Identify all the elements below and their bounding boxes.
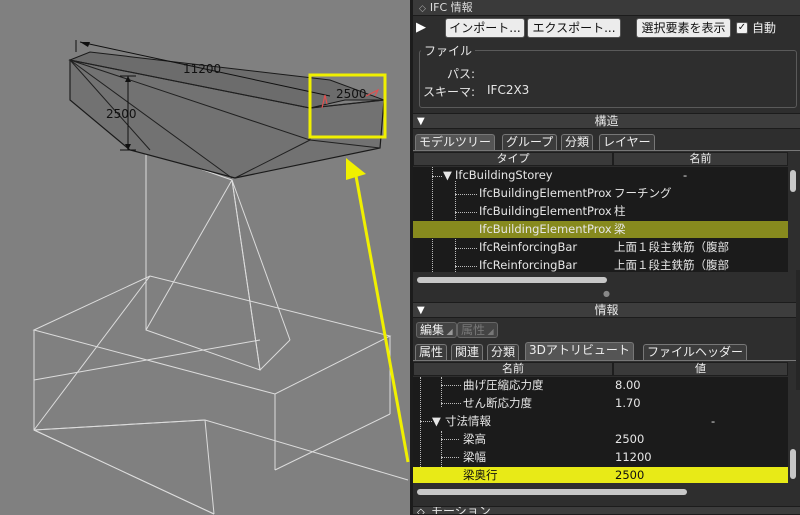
attribute-name: 梁幅 [463, 450, 486, 464]
tree-row-type: IfcReinforcingBar [479, 258, 578, 272]
tab-group[interactable]: グループ [502, 134, 558, 150]
attribute-value: 1.70 [615, 396, 641, 410]
tree-row-name: 梁 [614, 222, 626, 236]
info-title: 情報 [594, 303, 619, 317]
tab-relations[interactable]: 関連 [451, 344, 484, 360]
panel-scrollbar[interactable] [796, 270, 800, 390]
tree-row-type: IfcReinforcingBar [479, 240, 578, 254]
column-header-value[interactable]: 値 [613, 362, 788, 376]
file-legend: ファイル [421, 42, 476, 59]
panel-titlebar[interactable]: ◇ IFC 情報 [413, 0, 800, 16]
schema-value: IFC2X3 [487, 83, 530, 97]
tab-attributes[interactable]: 属性 [415, 344, 448, 360]
edit-dropdown[interactable]: 編集 ◢ [416, 322, 457, 338]
show-selection-button[interactable]: 選択要素を表示 [636, 18, 731, 38]
tree-row-name: 上面１段主鉄筋（腹部 [614, 258, 729, 272]
scrollbar-thumb[interactable] [417, 489, 687, 495]
play-icon[interactable]: ▶ [416, 20, 426, 35]
tree-row[interactable]: IfcReinforcingBar 上面１段主鉄筋（腹部 [413, 257, 788, 272]
scrollbar-thumb[interactable] [790, 170, 796, 192]
tree-row[interactable]: IfcBuildingElementProx 柱 [413, 203, 788, 220]
collapse-diamond-icon[interactable]: ◇ [419, 4, 426, 14]
panel-title: IFC 情報 [429, 1, 473, 14]
attribute-row-selected[interactable]: 梁奥行 2500 [413, 467, 788, 483]
tab-file-header[interactable]: ファイルヘッダー [643, 344, 748, 360]
tab-layer[interactable]: レイヤー [599, 134, 655, 150]
import-button[interactable]: インポート... [445, 18, 525, 38]
dropdown-arrow-icon: ◢ [485, 327, 494, 336]
tree-vertical-scrollbar[interactable] [789, 167, 797, 272]
ifc-info-panel: ◇ IFC 情報 ▶ インポート... エクスポート... 選択要素を表示 ✓ 自… [413, 0, 800, 515]
tab-divider [413, 150, 800, 151]
model-wireframe [32, 40, 410, 515]
info-section-header[interactable]: ▼ 情報 [413, 302, 800, 318]
tab-model-tree[interactable]: モデルツリー [415, 134, 496, 150]
tree-row-name: フーチング [614, 186, 672, 200]
attribute-vertical-scrollbar[interactable] [789, 377, 797, 483]
attribute-list: 曲げ圧縮応力度 8.00 せん断応力度 1.70 ▼ 寸法情報 - 梁高 250… [413, 377, 788, 483]
auto-checkbox[interactable]: ✓ [736, 22, 748, 34]
attribute-value: 2500 [615, 468, 645, 482]
attribute-name: 梁奥行 [463, 468, 498, 482]
tree-row[interactable]: IfcReinforcingBar 上面１段主鉄筋（腹部 [413, 239, 788, 256]
path-label: パス: [447, 67, 476, 81]
tab-3d-attributes[interactable]: 3Dアトリビュート [525, 342, 634, 360]
attribute-name: 曲げ圧縮応力度 [463, 378, 544, 392]
dim-width-label: 11200 [183, 62, 222, 76]
attribute-value: - [711, 414, 716, 428]
schema-label: スキーマ: [423, 85, 476, 99]
tree-row-type: IfcBuildingElementProx [479, 186, 612, 200]
dim-depth-label: 2500 [336, 87, 367, 101]
attribute-row[interactable]: 曲げ圧縮応力度 8.00 [413, 377, 788, 394]
attribute-row[interactable]: せん断応力度 1.70 [413, 395, 788, 412]
auto-label: 自動 [752, 21, 777, 35]
expand-arrow-icon[interactable]: ▼ [432, 413, 441, 430]
tree-horizontal-scrollbar[interactable] [415, 276, 787, 284]
attribute-name: せん断応力度 [463, 396, 532, 410]
tree-row-name: 柱 [614, 204, 626, 218]
splitter-grip-icon[interactable]: ● [603, 289, 610, 298]
expand-arrow-icon[interactable]: ▼ [443, 167, 452, 184]
tree-row-type: IfcBuildingElementProx [479, 222, 612, 236]
tree-row[interactable]: IfcBuildingElementProx フーチング [413, 185, 788, 202]
collapse-diamond-icon[interactable]: ◇ [417, 507, 425, 514]
attribute-group-row[interactable]: ▼ 寸法情報 - [413, 413, 788, 430]
attribute-value: 2500 [615, 432, 645, 446]
tab-classification[interactable]: 分類 [487, 344, 520, 360]
attribute-name: 梁高 [463, 432, 486, 446]
tree-row-type: IfcBuildingStorey [455, 168, 553, 182]
attribute-label: 属性 [461, 323, 486, 337]
dropdown-arrow-icon: ◢ [444, 327, 453, 336]
attribute-dropdown: 属性 ◢ [457, 322, 498, 338]
tree-row-type: IfcBuildingElementProx [479, 204, 612, 218]
motion-section-header[interactable]: ◇ モーション [413, 506, 800, 515]
dim-height-label: 2500 [106, 107, 137, 121]
tree-row-name: 上面１段主鉄筋（腹部 [614, 240, 729, 254]
column-header-name[interactable]: 名前 [413, 362, 613, 376]
tree-row-selected[interactable]: IfcBuildingElementProx 梁 [413, 221, 788, 238]
tab-divider [413, 360, 800, 361]
tree-row-name: - [683, 168, 688, 182]
attribute-row[interactable]: 梁高 2500 [413, 431, 788, 448]
tree-row[interactable]: ▼ IfcBuildingStorey - [413, 167, 788, 184]
3d-viewport[interactable]: 11200 2500 2500 [0, 0, 410, 515]
attribute-value: 8.00 [615, 378, 641, 392]
edit-label: 編集 [420, 323, 445, 337]
structure-section-header[interactable]: ▼ 構造 [413, 113, 800, 129]
motion-title: モーション [431, 506, 491, 515]
scrollbar-thumb[interactable] [790, 449, 796, 479]
tab-classification[interactable]: 分類 [561, 134, 594, 150]
scrollbar-thumb[interactable] [417, 277, 607, 283]
attribute-value: 11200 [615, 450, 652, 464]
attribute-horizontal-scrollbar[interactable] [415, 488, 787, 496]
export-button[interactable]: エクスポート... [527, 18, 621, 38]
structure-title: 構造 [594, 114, 619, 128]
model-tree-list: ▼ IfcBuildingStorey - IfcBuildingElement… [413, 167, 788, 272]
column-header-type[interactable]: タイプ [413, 152, 613, 166]
file-group [419, 50, 797, 108]
attribute-row[interactable]: 梁幅 11200 [413, 449, 788, 466]
attribute-name: 寸法情報 [445, 414, 491, 428]
column-header-name[interactable]: 名前 [613, 152, 788, 166]
